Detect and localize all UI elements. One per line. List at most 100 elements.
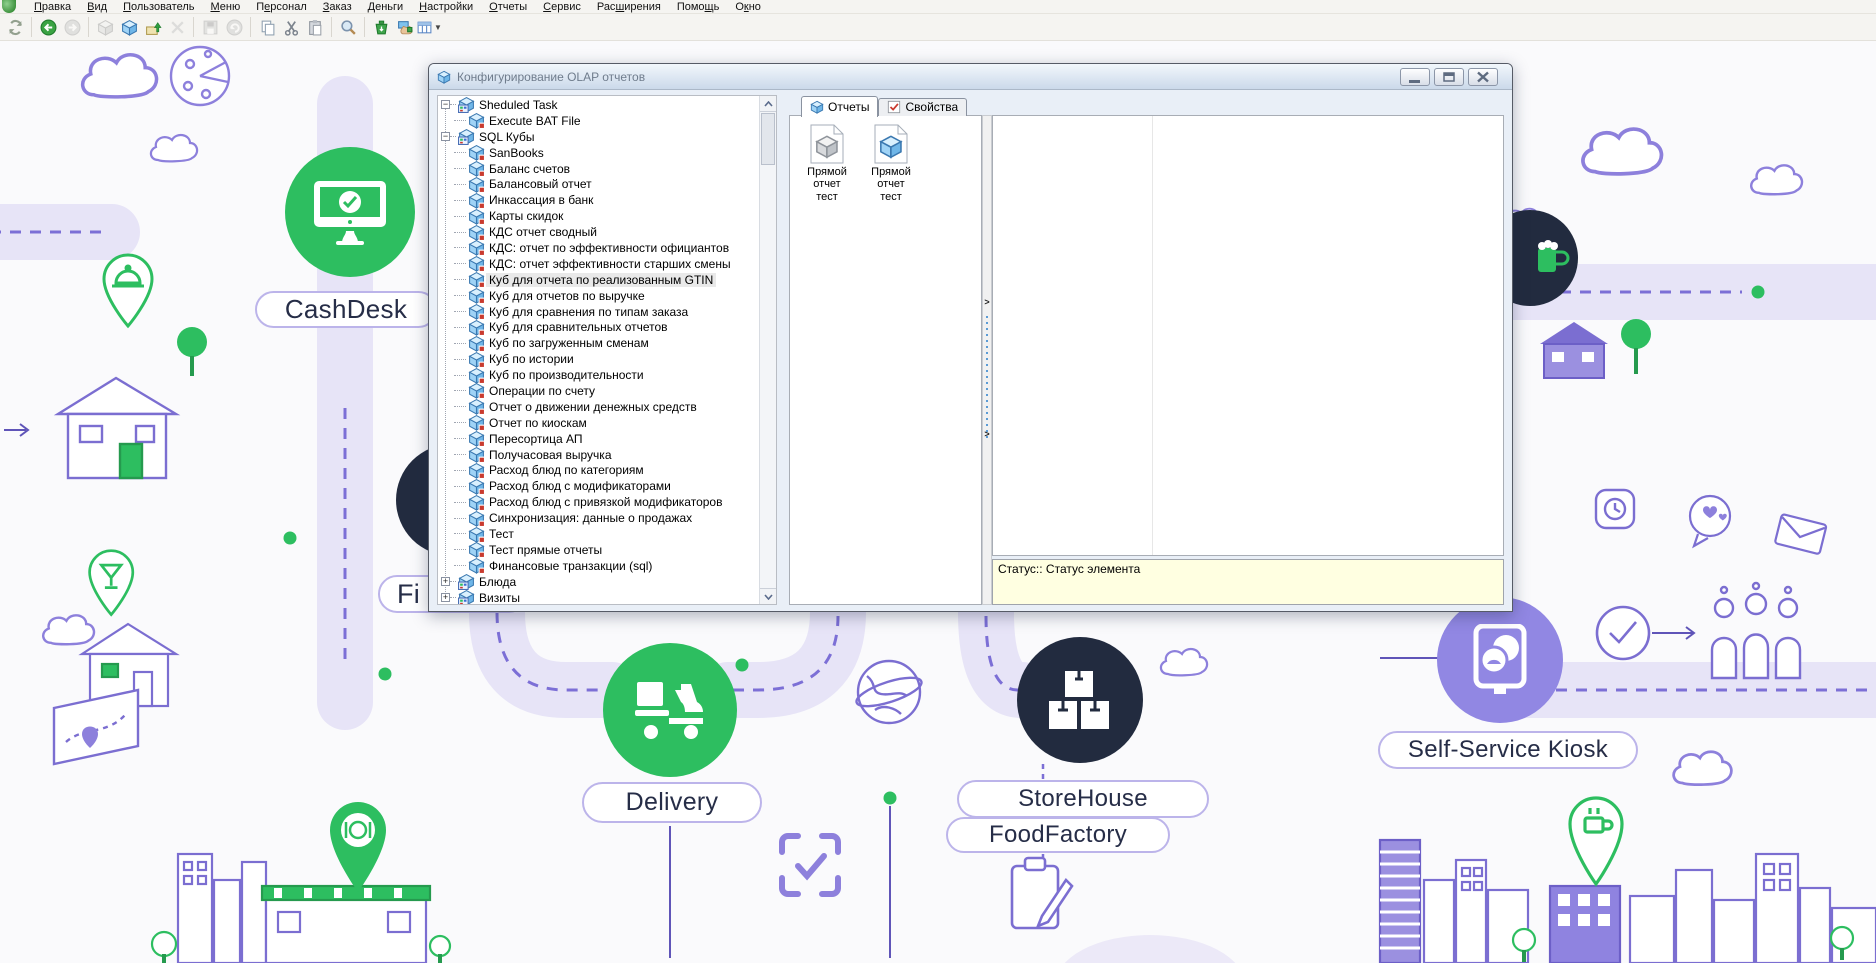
tab-reports[interactable]: Отчеты xyxy=(801,96,878,117)
collapse-box-icon[interactable]: − xyxy=(441,100,450,109)
menu-item-4[interactable]: Персонал xyxy=(248,1,315,13)
menu-item-3[interactable]: Меню xyxy=(202,1,248,13)
report-detail-area[interactable] xyxy=(992,115,1504,556)
report-item-blue[interactable]: Прямой отчеттест xyxy=(860,124,922,203)
tree-connector xyxy=(454,168,466,169)
tree-scrollbar[interactable] xyxy=(759,96,776,604)
scroll-up-arrow-icon[interactable] xyxy=(760,96,776,112)
tree-item[interactable]: Куб для сравнительных отчетов xyxy=(438,319,759,335)
tree-item[interactable]: Баланс счетов xyxy=(438,161,759,177)
tree-item[interactable]: Куб для сравнения по типам заказа xyxy=(438,304,759,320)
tree-item[interactable]: Отчет по киоскам xyxy=(438,415,759,431)
expand-box-icon[interactable]: + xyxy=(441,593,450,602)
kiosk-circle xyxy=(1437,597,1563,723)
menu-item-10[interactable]: Расширения xyxy=(589,1,669,13)
reports-icon-panel: Прямой отчеттестПрямой отчеттест xyxy=(789,115,982,605)
tree-item[interactable]: +Блюда xyxy=(438,574,759,590)
cube-blue-button[interactable] xyxy=(117,16,141,39)
maximize-button[interactable] xyxy=(1434,68,1464,86)
splitter-collapse-bottom-icon[interactable]: > xyxy=(983,426,991,442)
pin-coffee-doodle xyxy=(1570,798,1622,884)
tree-item[interactable]: Инкассация в банк xyxy=(438,192,759,208)
dropdown-caret-icon[interactable]: ▼ xyxy=(434,23,442,32)
app-icon[interactable] xyxy=(2,0,16,13)
tree-item[interactable]: КДС отчет сводный xyxy=(438,224,759,240)
checklist-icon xyxy=(887,100,901,114)
tree-item[interactable]: Куб по истории xyxy=(438,351,759,367)
splitter-collapse-top-icon[interactable]: > xyxy=(983,294,991,310)
refresh-button[interactable] xyxy=(3,16,27,39)
minimize-button[interactable] xyxy=(1400,68,1430,86)
cube-icon xyxy=(468,239,485,256)
import-button[interactable] xyxy=(141,16,165,39)
menu-item-8[interactable]: Отчеты xyxy=(481,1,535,13)
tree-item[interactable]: Отчет о движении денежных средств xyxy=(438,399,759,415)
tree-item-label: Куб по загруженным сменам xyxy=(486,336,652,350)
menu-item-11[interactable]: Помощь xyxy=(669,1,728,13)
cut-button[interactable] xyxy=(279,16,303,39)
tree-connector xyxy=(454,518,466,519)
tree-item[interactable]: Тест xyxy=(438,526,759,542)
tree-item[interactable]: Куб по производительности xyxy=(438,367,759,383)
tree-item[interactable]: Тест прямые отчеты xyxy=(438,542,759,558)
tree-connector xyxy=(454,390,466,391)
tree-item[interactable]: −Sheduled Task xyxy=(438,97,759,113)
tree-item-label: Получасовая выручка xyxy=(486,448,615,462)
menu-item-12[interactable]: Окно xyxy=(727,1,769,13)
tree-doodle-right2 xyxy=(1621,319,1651,374)
close-button[interactable] xyxy=(1468,68,1498,86)
tree-item[interactable]: Расход блюд с привязкой модификаторов xyxy=(438,494,759,510)
tree-connector xyxy=(454,216,466,217)
paste-button[interactable] xyxy=(303,16,327,39)
tree-item[interactable]: КДС: отчет по эффективности официантов xyxy=(438,240,759,256)
scroll-down-arrow-icon[interactable] xyxy=(760,588,776,604)
expand-box-icon[interactable]: + xyxy=(441,577,450,586)
tree-item[interactable]: Балансовый отчет xyxy=(438,176,759,192)
tree-item[interactable]: Финансовые транзакции (sql) xyxy=(438,558,759,574)
tree-item[interactable]: Куб для отчетов по выручке xyxy=(438,288,759,304)
tree-item[interactable]: КДС: отчет эффективности старших смены xyxy=(438,256,759,272)
tree-item[interactable]: Карты скидок xyxy=(438,208,759,224)
nav-back-button[interactable] xyxy=(36,16,60,39)
cube-group-icon xyxy=(458,589,475,605)
tree-item[interactable]: Execute BAT File xyxy=(438,113,759,129)
close-icon xyxy=(1473,70,1493,84)
panel-splitter[interactable]: > > xyxy=(982,115,992,605)
menu-item-0[interactable]: Правка xyxy=(26,1,79,13)
tree-item[interactable]: Куб по загруженным сменам xyxy=(438,335,759,351)
tree-connector xyxy=(454,311,466,312)
tree-item[interactable]: +Визиты xyxy=(438,590,759,605)
tree-item[interactable]: Расход блюд по категориям xyxy=(438,462,759,478)
scrollbar-thumb[interactable] xyxy=(761,113,775,165)
recycle-button[interactable] xyxy=(369,16,393,39)
permissions-button[interactable] xyxy=(393,16,417,39)
dialog-titlebar[interactable]: Конфигурирование OLAP отчетов xyxy=(429,64,1512,90)
tree-item-label: Синхронизация: данные о продажах xyxy=(486,511,695,525)
cube-icon xyxy=(468,224,485,241)
tree-item[interactable]: Операции по счету xyxy=(438,383,759,399)
tab-properties[interactable]: Свойства xyxy=(878,98,967,116)
report-item-gray[interactable]: Прямой отчеттест xyxy=(796,124,858,203)
tree-item[interactable]: Расход блюд с модификаторами xyxy=(438,478,759,494)
menu-item-5[interactable]: Заказ xyxy=(315,1,360,13)
tree-item[interactable]: Синхронизация: данные о продажах xyxy=(438,510,759,526)
collapse-box-icon[interactable]: − xyxy=(441,132,450,141)
cube-group-icon xyxy=(458,128,475,145)
grid-view-button[interactable]: ▼ xyxy=(417,16,441,39)
tree-item[interactable]: Получасовая выручка xyxy=(438,447,759,463)
menu-item-1[interactable]: Вид xyxy=(79,1,115,13)
copy-button[interactable] xyxy=(255,16,279,39)
tree-item[interactable]: Пересортица АП xyxy=(438,431,759,447)
tree-item[interactable]: SanBooks xyxy=(438,145,759,161)
tree-item[interactable]: Куб для отчета по реализованным GTIN xyxy=(438,272,759,288)
cube-icon xyxy=(468,160,485,177)
menu-item-9[interactable]: Сервис xyxy=(535,1,589,13)
tree-connector xyxy=(450,136,456,137)
menu-item-7[interactable]: Настройки xyxy=(411,1,481,13)
menu-item-6[interactable]: Деньги xyxy=(360,1,412,13)
search-button[interactable] xyxy=(336,16,360,39)
olap-config-dialog: Конфигурирование OLAP отчетов −Sheduled … xyxy=(428,63,1513,612)
tree-item-label: Отчет по киоскам xyxy=(486,416,590,430)
menu-item-2[interactable]: Пользователь xyxy=(115,1,202,13)
tree-item[interactable]: −SQL Кубы xyxy=(438,129,759,145)
